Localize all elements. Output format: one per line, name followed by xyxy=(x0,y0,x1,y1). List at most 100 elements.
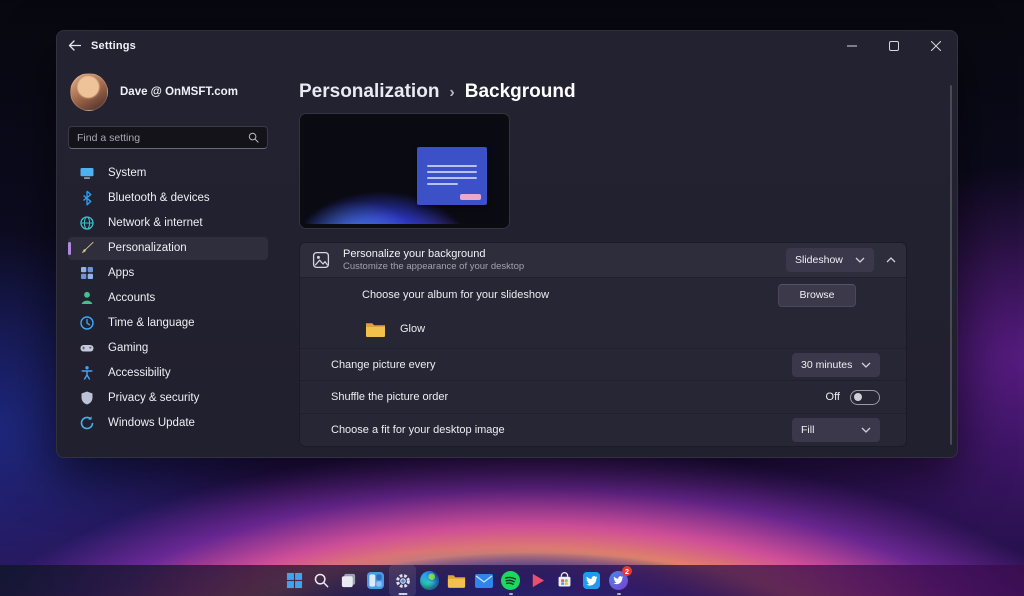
fit-label: Choose a fit for your desktop image xyxy=(331,424,505,436)
sidebar-item-label: Accessibility xyxy=(108,367,171,379)
scrollbar[interactable] xyxy=(950,85,952,445)
preview-window-card xyxy=(417,147,487,205)
taskbar-edge-button[interactable] xyxy=(416,565,443,596)
chevron-down-icon xyxy=(861,362,871,368)
sidebar-item-label: System xyxy=(108,167,146,179)
close-button[interactable] xyxy=(915,31,957,61)
search-input[interactable] xyxy=(77,132,248,144)
time-language-icon xyxy=(79,315,95,331)
taskbar-search-button[interactable] xyxy=(308,565,335,596)
back-arrow-icon xyxy=(68,40,81,51)
search-icon xyxy=(248,132,259,143)
accounts-icon xyxy=(79,290,95,306)
windows-update-icon xyxy=(79,415,95,431)
toggle-state-label: Off xyxy=(826,391,840,403)
breadcrumb-separator: › xyxy=(449,84,454,102)
search-box[interactable] xyxy=(68,126,268,149)
sidebar: Dave @ OnMSFT.com System Bluetooth & dev… xyxy=(57,61,279,458)
sidebar-nav: System Bluetooth & devices Network & int… xyxy=(68,162,268,435)
bluetooth-icon xyxy=(79,190,95,206)
taskbar-task-view-button[interactable] xyxy=(335,565,362,596)
privacy-icon xyxy=(79,390,95,406)
taskbar-widgets-button[interactable] xyxy=(362,565,389,596)
sidebar-item-privacy-security[interactable]: Privacy & security xyxy=(68,387,268,410)
network-icon xyxy=(79,215,95,231)
minimize-button[interactable] xyxy=(831,31,873,61)
microsoft-store-icon xyxy=(556,572,573,589)
shuffle-row: Shuffle the picture order Off xyxy=(300,380,906,413)
sidebar-item-apps[interactable]: Apps xyxy=(68,262,268,285)
sidebar-item-label: Gaming xyxy=(108,342,148,354)
user-name: Dave @ OnMSFT.com xyxy=(120,86,238,98)
change-picture-dropdown[interactable]: 30 minutes xyxy=(792,353,880,377)
task-view-icon xyxy=(340,572,357,589)
picture-icon xyxy=(312,251,330,269)
preview-card-button xyxy=(460,194,481,200)
taskbar-file-explorer-button[interactable] xyxy=(443,565,470,596)
breadcrumb-parent[interactable]: Personalization xyxy=(299,81,439,103)
search-icon xyxy=(313,572,330,589)
taskbar-tweeten-button[interactable]: 2 xyxy=(605,565,632,596)
taskbar-store-button[interactable] xyxy=(551,565,578,596)
taskbar-spotify-button[interactable] xyxy=(497,565,524,596)
sidebar-item-label: Bluetooth & devices xyxy=(108,192,210,204)
sidebar-item-bluetooth-devices[interactable]: Bluetooth & devices xyxy=(68,187,268,210)
sidebar-item-system[interactable]: System xyxy=(68,162,268,185)
sidebar-item-network-internet[interactable]: Network & internet xyxy=(68,212,268,235)
file-explorer-icon xyxy=(447,573,466,589)
user-profile[interactable]: Dave @ OnMSFT.com xyxy=(70,73,268,111)
sidebar-item-label: Apps xyxy=(108,267,134,279)
sidebar-item-gaming[interactable]: Gaming xyxy=(68,337,268,360)
chevron-up-icon xyxy=(886,257,896,263)
titlebar: Settings xyxy=(57,31,957,61)
sidebar-item-label: Network & internet xyxy=(108,217,203,229)
taskbar-start-button[interactable] xyxy=(281,565,308,596)
sidebar-item-label: Windows Update xyxy=(108,417,195,429)
sidebar-item-accessibility[interactable]: Accessibility xyxy=(68,362,268,385)
windows-logo-icon xyxy=(286,572,303,589)
dropdown-value: 30 minutes xyxy=(801,359,855,371)
personalize-background-row[interactable]: Personalize your background Customize th… xyxy=(300,243,906,277)
collapse-expander-button[interactable] xyxy=(886,257,896,263)
system-icon xyxy=(79,165,95,181)
album-row: Choose your album for your slideshow Bro… xyxy=(300,277,906,348)
sidebar-item-personalization[interactable]: Personalization xyxy=(68,237,268,260)
shuffle-toggle[interactable] xyxy=(850,390,880,405)
album-label: Choose your album for your slideshow xyxy=(362,289,549,301)
play-icon xyxy=(529,572,546,589)
sidebar-item-time-language[interactable]: Time & language xyxy=(68,312,268,335)
taskbar-mail-button[interactable] xyxy=(470,565,497,596)
main-content: Personalization › Background xyxy=(279,61,957,458)
chevron-down-icon xyxy=(861,427,871,433)
shuffle-label: Shuffle the picture order xyxy=(331,391,448,403)
browse-button[interactable]: Browse xyxy=(778,284,856,307)
background-preview-wallpaper xyxy=(304,118,505,224)
sidebar-item-accounts[interactable]: Accounts xyxy=(68,287,268,310)
chevron-down-icon xyxy=(855,257,865,263)
taskbar-settings-button[interactable] xyxy=(389,565,416,596)
fit-dropdown[interactable]: Fill xyxy=(792,418,880,442)
toggle-knob xyxy=(854,393,862,401)
apps-icon xyxy=(79,265,95,281)
maximize-button[interactable] xyxy=(873,31,915,61)
back-button[interactable] xyxy=(57,39,91,54)
mail-icon xyxy=(475,574,493,588)
sidebar-item-label: Personalization xyxy=(108,242,187,254)
sidebar-item-windows-update[interactable]: Windows Update xyxy=(68,412,268,435)
row-subtitle: Customize the appearance of your desktop xyxy=(343,261,524,272)
sidebar-item-label: Privacy & security xyxy=(108,392,199,404)
taskbar-twitter-button[interactable] xyxy=(578,565,605,596)
minimize-icon xyxy=(847,41,857,51)
sidebar-item-label: Accounts xyxy=(108,292,155,304)
album-folder-name[interactable]: Glow xyxy=(400,323,425,335)
avatar xyxy=(70,73,108,111)
edge-icon xyxy=(420,571,439,590)
dropdown-value: Fill xyxy=(801,424,855,436)
change-picture-label: Change picture every xyxy=(331,359,436,371)
taskbar-media-play-button[interactable] xyxy=(524,565,551,596)
background-type-dropdown[interactable]: Slideshow xyxy=(786,248,874,272)
row-title: Personalize your background xyxy=(343,248,524,260)
change-picture-row: Change picture every 30 minutes xyxy=(300,348,906,380)
settings-window: Settings Dave @ OnMSFT.com System xyxy=(56,30,958,458)
background-preview-monitor xyxy=(299,113,510,229)
